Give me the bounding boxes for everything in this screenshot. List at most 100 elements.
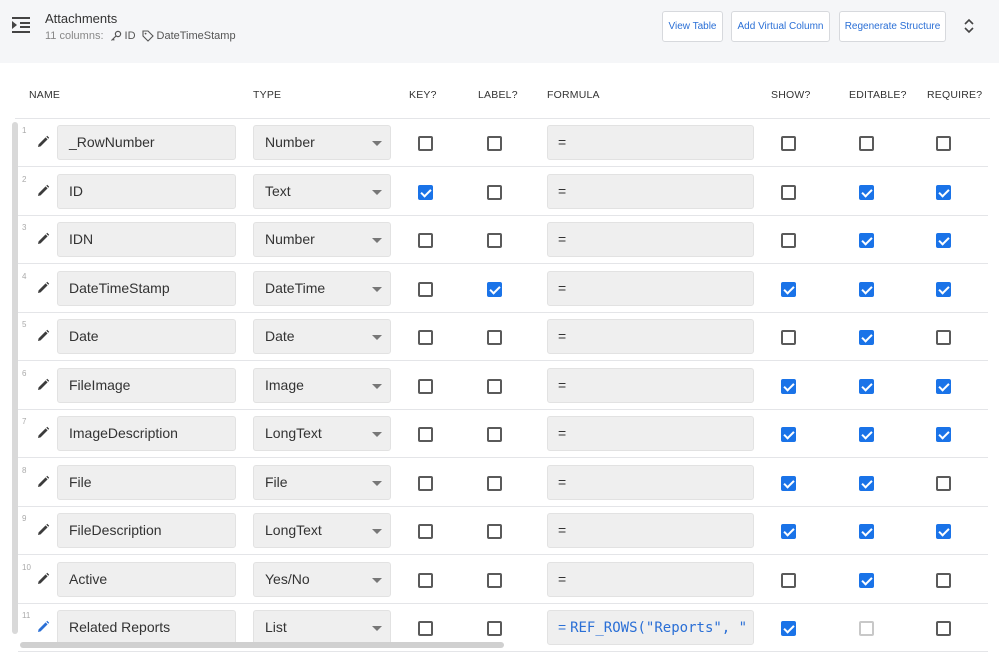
- edit-pencil-icon[interactable]: [36, 329, 50, 343]
- editable-checkbox[interactable]: [859, 233, 874, 248]
- editable-checkbox[interactable]: [859, 378, 874, 394]
- formula-field[interactable]: =: [547, 464, 754, 500]
- formula-field[interactable]: =: [547, 270, 754, 306]
- require-checkbox[interactable]: [936, 184, 951, 200]
- label-checkbox[interactable]: [487, 621, 502, 636]
- column-type-select[interactable]: Number: [253, 222, 391, 257]
- column-type-select[interactable]: DateTime: [253, 270, 391, 306]
- key-checkbox[interactable]: [418, 378, 433, 394]
- key-checkbox[interactable]: [418, 524, 433, 539]
- column-name-field[interactable]: FileImage: [57, 367, 236, 403]
- formula-field[interactable]: =: [547, 173, 754, 209]
- key-checkbox[interactable]: [418, 330, 433, 345]
- require-checkbox[interactable]: [936, 281, 951, 297]
- column-type-select[interactable]: Date: [253, 319, 391, 354]
- label-checkbox[interactable]: [487, 427, 502, 442]
- editable-checkbox[interactable]: [859, 281, 874, 297]
- edit-pencil-icon[interactable]: [36, 135, 50, 149]
- horizontal-scrollbar[interactable]: [20, 642, 504, 648]
- edit-pencil-icon[interactable]: [36, 378, 50, 392]
- regenerate-structure-button[interactable]: Regenerate Structure: [839, 11, 946, 42]
- label-checkbox[interactable]: [487, 136, 502, 151]
- key-checkbox[interactable]: [418, 621, 433, 636]
- show-checkbox[interactable]: [781, 524, 796, 539]
- editable-checkbox[interactable]: [859, 572, 874, 588]
- require-checkbox[interactable]: [936, 475, 951, 491]
- require-checkbox[interactable]: [936, 233, 951, 248]
- show-checkbox[interactable]: [781, 330, 796, 345]
- label-checkbox[interactable]: [487, 184, 502, 200]
- editable-checkbox[interactable]: [859, 427, 874, 442]
- formula-field[interactable]: =: [547, 561, 754, 597]
- require-checkbox[interactable]: [936, 136, 951, 151]
- label-checkbox[interactable]: [487, 281, 502, 297]
- column-name-field[interactable]: IDN: [57, 222, 236, 257]
- edit-pencil-icon[interactable]: [36, 232, 50, 246]
- require-checkbox[interactable]: [936, 330, 951, 345]
- require-checkbox[interactable]: [936, 378, 951, 394]
- column-name-field[interactable]: Date: [57, 319, 236, 354]
- edit-pencil-icon[interactable]: [36, 184, 50, 198]
- require-checkbox[interactable]: [936, 572, 951, 588]
- show-checkbox[interactable]: [781, 136, 796, 151]
- formula-field[interactable]: =: [547, 125, 754, 160]
- editable-checkbox[interactable]: [859, 621, 874, 636]
- label-checkbox[interactable]: [487, 475, 502, 491]
- key-checkbox[interactable]: [418, 427, 433, 442]
- label-checkbox[interactable]: [487, 524, 502, 539]
- column-name-field[interactable]: FileDescription: [57, 513, 236, 548]
- column-type-select[interactable]: Text: [253, 173, 391, 209]
- column-type-select[interactable]: File: [253, 464, 391, 500]
- show-checkbox[interactable]: [781, 427, 796, 442]
- require-checkbox[interactable]: [936, 621, 951, 636]
- show-checkbox[interactable]: [781, 572, 796, 588]
- label-checkbox[interactable]: [487, 233, 502, 248]
- label-checkbox[interactable]: [487, 330, 502, 345]
- show-checkbox[interactable]: [781, 475, 796, 491]
- column-type-select[interactable]: Number: [253, 125, 391, 160]
- key-checkbox[interactable]: [418, 184, 433, 200]
- menu-collapse-icon[interactable]: [11, 16, 31, 34]
- editable-checkbox[interactable]: [859, 330, 874, 345]
- column-type-select[interactable]: LongText: [253, 416, 391, 451]
- edit-pencil-icon[interactable]: [36, 475, 50, 489]
- show-checkbox[interactable]: [781, 378, 796, 394]
- vertical-scrollbar[interactable]: [12, 122, 18, 634]
- edit-pencil-icon[interactable]: [36, 426, 50, 440]
- show-checkbox[interactable]: [781, 281, 796, 297]
- column-name-field[interactable]: ImageDescription: [57, 416, 236, 451]
- column-type-select[interactable]: List: [253, 610, 391, 645]
- edit-pencil-icon[interactable]: [36, 523, 50, 537]
- formula-field[interactable]: =: [547, 222, 754, 257]
- editable-checkbox[interactable]: [859, 524, 874, 539]
- label-checkbox[interactable]: [487, 378, 502, 394]
- column-type-select[interactable]: Yes/No: [253, 561, 391, 597]
- edit-pencil-icon[interactable]: [36, 572, 50, 586]
- formula-field[interactable]: =: [547, 367, 754, 403]
- edit-pencil-icon[interactable]: [36, 281, 50, 295]
- column-name-field[interactable]: _RowNumber: [57, 125, 236, 160]
- key-checkbox[interactable]: [418, 281, 433, 297]
- show-checkbox[interactable]: [781, 184, 796, 200]
- column-name-field[interactable]: DateTimeStamp: [57, 270, 236, 306]
- key-checkbox[interactable]: [418, 233, 433, 248]
- formula-field[interactable]: =: [547, 416, 754, 451]
- editable-checkbox[interactable]: [859, 184, 874, 200]
- column-name-field[interactable]: Active: [57, 561, 236, 597]
- require-checkbox[interactable]: [936, 524, 951, 539]
- formula-field[interactable]: =: [547, 513, 754, 548]
- view-table-button[interactable]: View Table: [662, 11, 723, 42]
- key-checkbox[interactable]: [418, 136, 433, 151]
- edit-pencil-icon[interactable]: [36, 620, 50, 634]
- unfold-icon[interactable]: [960, 17, 978, 35]
- column-name-field[interactable]: ID: [57, 173, 236, 209]
- label-checkbox[interactable]: [487, 572, 502, 588]
- column-name-field[interactable]: Related Reports: [57, 610, 236, 645]
- column-type-select[interactable]: LongText: [253, 513, 391, 548]
- column-type-select[interactable]: Image: [253, 367, 391, 403]
- editable-checkbox[interactable]: [859, 475, 874, 491]
- show-checkbox[interactable]: [781, 233, 796, 248]
- editable-checkbox[interactable]: [859, 136, 874, 151]
- formula-field[interactable]: = REF_ROWS("Reports", ": [547, 610, 754, 645]
- key-checkbox[interactable]: [418, 572, 433, 588]
